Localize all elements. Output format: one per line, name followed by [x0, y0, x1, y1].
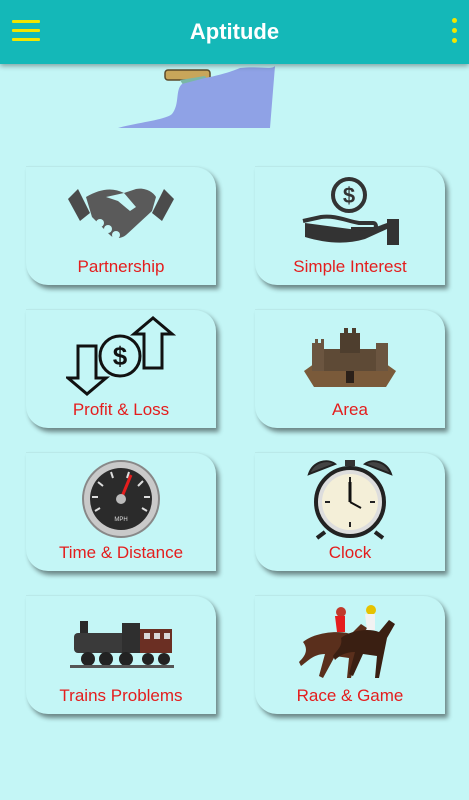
speedometer-icon: MPH	[26, 459, 216, 539]
topic-card-trains-problems[interactable]: Trains Problems	[26, 595, 216, 714]
app-title: Aptitude	[189, 19, 280, 44]
header-illustration	[110, 60, 280, 135]
topic-label: Profit & Loss	[72, 400, 170, 419]
money-hand-icon: $	[255, 173, 445, 253]
topic-card-race-game[interactable]: Race & Game	[255, 595, 445, 714]
more-options-icon[interactable]	[449, 18, 459, 48]
topic-label: Time & Distance	[58, 543, 184, 562]
train-icon	[26, 602, 216, 682]
app-bar: Aptitude	[0, 0, 469, 64]
topic-card-profit-loss[interactable]: $ Profit & Loss	[26, 309, 216, 428]
horse-race-icon	[255, 602, 445, 682]
svg-text:MPH: MPH	[114, 517, 127, 523]
alarm-clock-icon	[255, 459, 445, 540]
topic-label: Race & Game	[296, 686, 404, 705]
svg-text:$: $	[343, 183, 355, 208]
topic-card-time-distance[interactable]: MPH Time & Distance	[26, 452, 216, 571]
handshake-icon	[26, 173, 216, 253]
profit-loss-arrows-icon: $	[26, 316, 216, 396]
topic-label: Clock	[328, 543, 372, 562]
topic-card-area[interactable]: Area	[255, 309, 445, 428]
topic-label: Area	[332, 400, 368, 419]
topic-label: Partnership	[77, 257, 165, 276]
castle-icon	[255, 316, 445, 396]
topic-card-partnership[interactable]: Partnership	[26, 166, 216, 285]
topic-label: Trains Problems	[59, 686, 183, 705]
topic-card-simple-interest[interactable]: $ Simple Interest	[255, 166, 445, 285]
svg-text:$: $	[113, 341, 128, 371]
topic-card-clock[interactable]: Clock	[255, 452, 445, 571]
topic-label: Simple Interest	[293, 257, 407, 276]
